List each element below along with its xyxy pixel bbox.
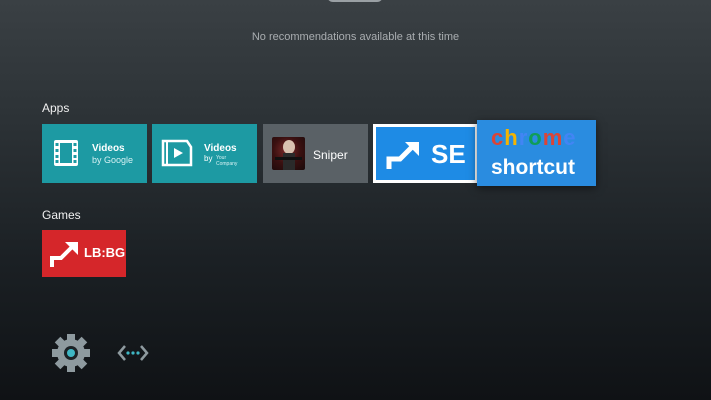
app-name: shortcut <box>491 156 575 179</box>
apps-row-title: Apps <box>42 101 70 115</box>
shortcut-arrow-icon <box>386 142 419 169</box>
search-orb[interactable] <box>327 0 383 2</box>
chrome-brand-letter: o <box>528 125 543 150</box>
app-tile-chrome-shortcut[interactable]: chrome shortcut <box>477 120 596 186</box>
game-name: LB:BG <box>84 245 126 260</box>
shortcut-arrow-icon <box>50 242 78 267</box>
app-tile-videos-by-google[interactable]: Videos by Google <box>42 124 147 183</box>
app-tile-se[interactable]: SE <box>373 124 478 183</box>
film-strip-icon <box>54 140 78 166</box>
app-name: SE <box>431 139 466 169</box>
chrome-brand-letter: h <box>504 125 519 150</box>
app-name: Videos <box>204 143 237 154</box>
chrome-brand-letter: c <box>491 125 505 150</box>
no-recommendations-message: No recommendations available at this tim… <box>251 31 460 43</box>
chrome-brand-letter: m <box>542 125 564 150</box>
clapperboard-play-icon <box>161 139 193 167</box>
app-company: Your Company <box>216 155 238 167</box>
chrome-brand-text: chrome <box>491 125 577 151</box>
app-name: Videos <box>92 143 125 154</box>
games-row-title: Games <box>42 208 81 222</box>
chrome-brand-letter: r <box>518 125 529 150</box>
app-tile-videos-by-your-company[interactable]: Videos by Your Company <box>152 124 257 183</box>
app-by-label: by <box>204 154 213 163</box>
app-name: Sniper <box>313 148 348 162</box>
sniper-figure-icon <box>275 140 302 170</box>
app-subtitle: by Google <box>92 155 134 165</box>
sniper-thumbnail <box>272 137 305 170</box>
network-arrows-icon[interactable] <box>117 342 149 364</box>
app-tile-sniper[interactable]: Sniper <box>263 124 368 183</box>
game-tile-lbbg[interactable]: LB:BG <box>42 230 126 277</box>
settings-gear-icon[interactable] <box>50 332 92 374</box>
chrome-brand-letter: e <box>563 125 577 150</box>
